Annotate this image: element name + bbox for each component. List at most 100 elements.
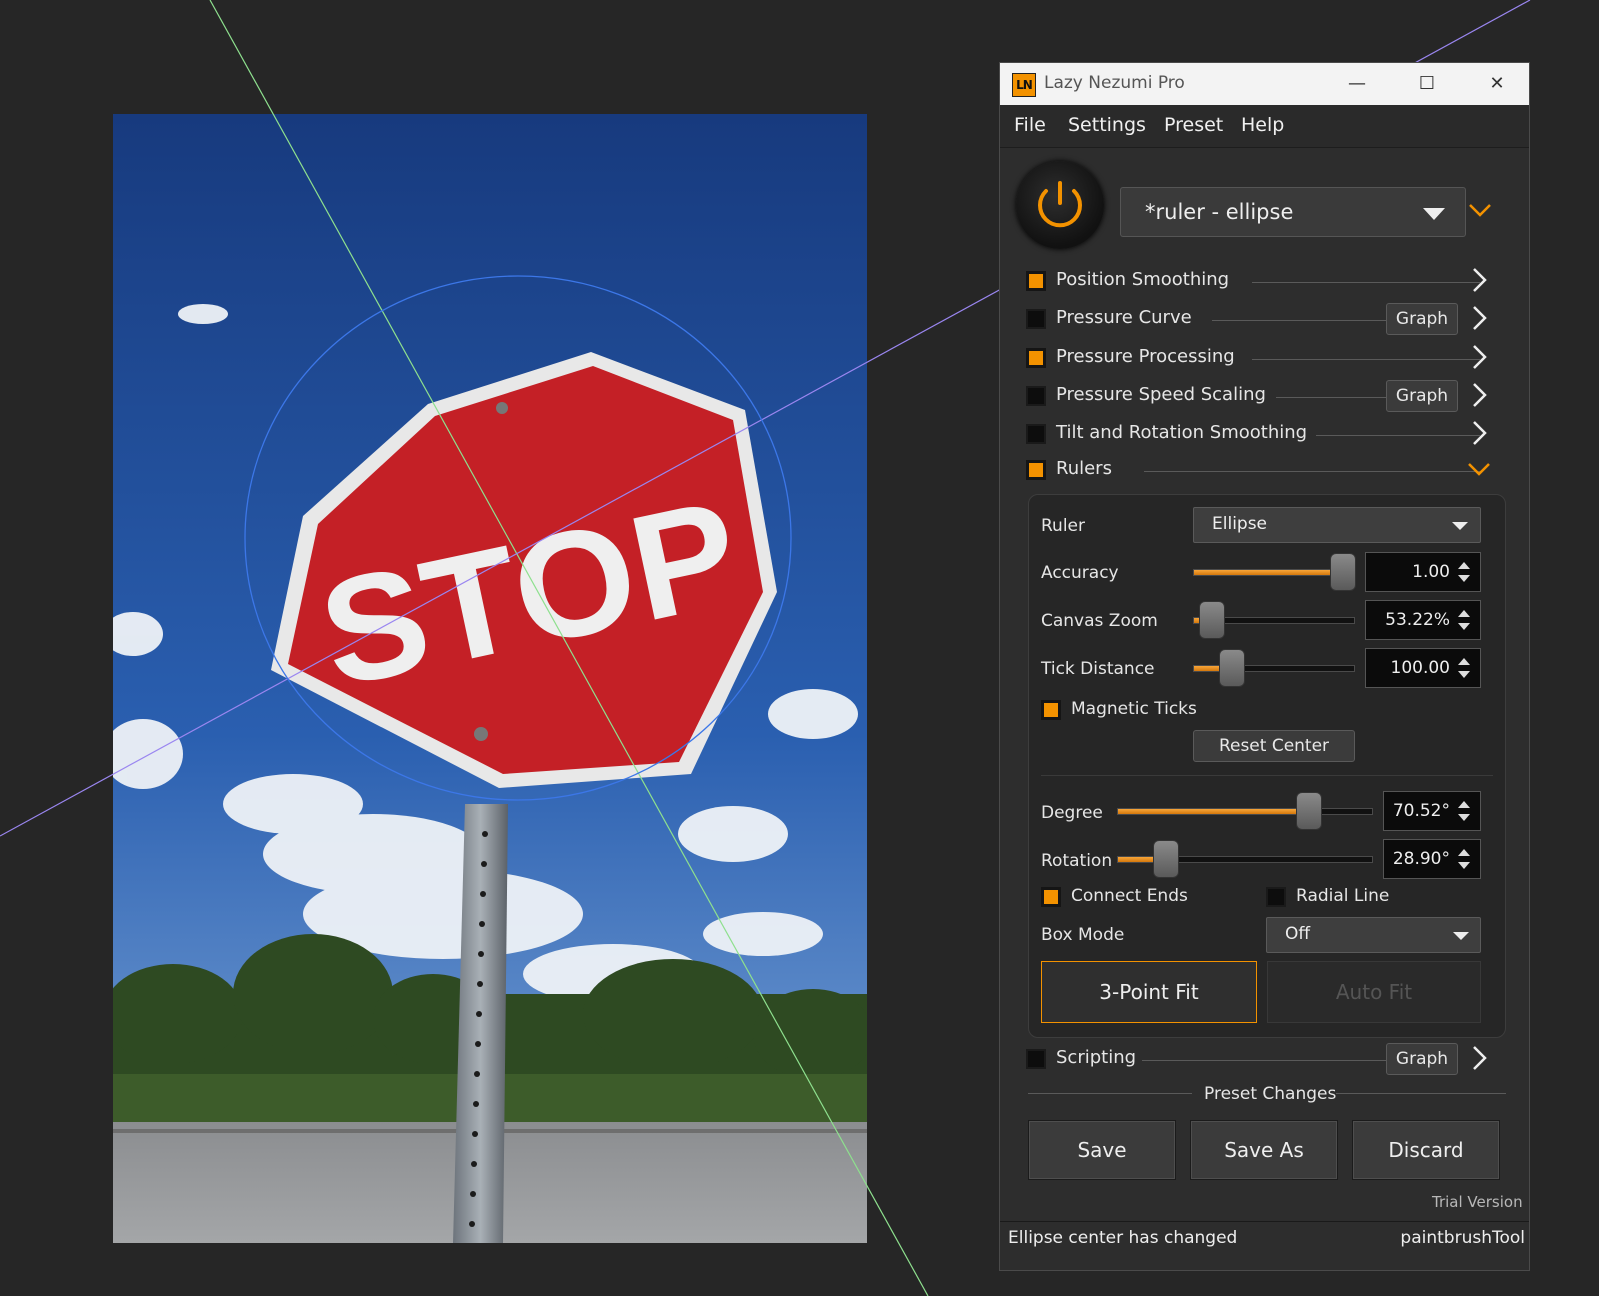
- slider-thumb[interactable]: [1295, 792, 1322, 830]
- chevron-right-icon[interactable]: [1468, 305, 1490, 331]
- pressure-curve-checkbox[interactable]: [1026, 309, 1046, 329]
- box-mode-value: Off: [1285, 924, 1311, 944]
- pressure-speed-graph-button[interactable]: Graph: [1386, 380, 1458, 412]
- pressure-processing-checkbox[interactable]: [1026, 348, 1046, 368]
- slider-thumb[interactable]: [1153, 840, 1180, 878]
- degree-slider[interactable]: [1117, 792, 1373, 830]
- preset-name: *ruler - ellipse: [1145, 200, 1294, 224]
- section-position-smoothing[interactable]: Position Smoothing: [1026, 267, 1506, 297]
- spin-up-icon[interactable]: [1458, 849, 1470, 856]
- chevron-down-icon: [1453, 932, 1469, 940]
- menu-settings[interactable]: Settings: [1068, 114, 1146, 136]
- canvas-photo[interactable]: STOP: [113, 114, 867, 1243]
- title-bar[interactable]: LN Lazy Nezumi Pro — ☐ ✕: [1000, 63, 1529, 105]
- close-button[interactable]: ✕: [1474, 63, 1520, 105]
- tick-distance-slider[interactable]: [1193, 649, 1355, 687]
- rotation-value: 28.90°: [1392, 849, 1450, 869]
- section-pressure-processing[interactable]: Pressure Processing: [1026, 344, 1506, 374]
- rotation-spinbox[interactable]: 28.90°: [1383, 839, 1481, 879]
- section-label: Pressure Speed Scaling: [1056, 384, 1266, 405]
- degree-value: 70.52°: [1392, 801, 1450, 821]
- maximize-button[interactable]: ☐: [1404, 63, 1450, 105]
- menu-help[interactable]: Help: [1241, 114, 1284, 136]
- chevron-right-icon[interactable]: [1468, 267, 1490, 293]
- chevron-right-icon[interactable]: [1468, 420, 1490, 446]
- spin-up-icon[interactable]: [1458, 801, 1470, 808]
- power-toggle-button[interactable]: [1016, 161, 1104, 249]
- spin-up-icon[interactable]: [1458, 562, 1470, 569]
- discard-button[interactable]: Discard: [1352, 1120, 1500, 1180]
- accuracy-slider[interactable]: [1193, 553, 1356, 591]
- preset-changes-label: Preset Changes: [1204, 1084, 1337, 1104]
- position-smoothing-checkbox[interactable]: [1026, 271, 1046, 291]
- connect-ends-label: Connect Ends: [1071, 886, 1188, 906]
- section-pressure-speed-scaling[interactable]: Pressure Speed Scaling Graph: [1026, 380, 1506, 412]
- chevron-down-icon[interactable]: [1466, 456, 1492, 482]
- slider-fill: [1118, 809, 1309, 814]
- canvas-zoom-slider[interactable]: [1193, 601, 1355, 639]
- tick-distance-spinbox[interactable]: 100.00: [1365, 648, 1481, 688]
- canvas-zoom-value: 53.22%: [1385, 610, 1450, 630]
- preset-dropdown[interactable]: *ruler - ellipse: [1120, 187, 1466, 237]
- slider-thumb[interactable]: [1219, 649, 1246, 687]
- reset-center-button[interactable]: Reset Center: [1193, 730, 1355, 762]
- trial-version-label: Trial Version: [1432, 1193, 1523, 1211]
- section-label: Pressure Curve: [1056, 307, 1192, 328]
- three-point-fit-button[interactable]: 3-Point Fit: [1041, 961, 1257, 1023]
- app-logo-icon: LN: [1012, 73, 1036, 97]
- rulers-checkbox[interactable]: [1026, 460, 1046, 480]
- section-rulers[interactable]: Rulers: [1026, 456, 1506, 486]
- spin-down-icon[interactable]: [1458, 623, 1470, 630]
- connect-ends-checkbox[interactable]: [1041, 887, 1061, 907]
- tick-distance-value: 100.00: [1390, 658, 1450, 678]
- section-pressure-curve[interactable]: Pressure Curve Graph: [1026, 303, 1506, 335]
- degree-spinbox[interactable]: 70.52°: [1383, 791, 1481, 831]
- lazy-nezumi-window: LN Lazy Nezumi Pro — ☐ ✕ File Settings P…: [999, 62, 1530, 1271]
- canvas-zoom-label: Canvas Zoom: [1041, 611, 1158, 631]
- chevron-right-icon[interactable]: [1468, 344, 1490, 370]
- section-label: Rulers: [1056, 458, 1112, 479]
- magnetic-ticks-label: Magnetic Ticks: [1071, 699, 1197, 719]
- radial-line-checkbox[interactable]: [1266, 887, 1286, 907]
- scripting-checkbox[interactable]: [1026, 1049, 1046, 1069]
- chevron-down-icon: [1452, 522, 1468, 530]
- spin-down-icon[interactable]: [1458, 862, 1470, 869]
- spin-up-icon[interactable]: [1458, 658, 1470, 665]
- rulers-panel: Ruler Ellipse Accuracy 1.00 Canvas Zoom …: [1028, 494, 1506, 1038]
- section-scripting[interactable]: Scripting Graph: [1026, 1043, 1506, 1075]
- auto-fit-button[interactable]: Auto Fit: [1267, 961, 1481, 1023]
- tilt-rotation-checkbox[interactable]: [1026, 424, 1046, 444]
- section-tilt-rotation-smoothing[interactable]: Tilt and Rotation Smoothing: [1026, 420, 1506, 450]
- scripting-graph-button[interactable]: Graph: [1386, 1043, 1458, 1075]
- degree-label: Degree: [1041, 803, 1103, 823]
- ruler-type-dropdown[interactable]: Ellipse: [1193, 507, 1481, 543]
- slider-thumb[interactable]: [1198, 601, 1225, 639]
- save-button[interactable]: Save: [1028, 1120, 1176, 1180]
- spin-down-icon[interactable]: [1458, 575, 1470, 582]
- pressure-speed-scaling-checkbox[interactable]: [1026, 386, 1046, 406]
- chevron-right-icon[interactable]: [1468, 382, 1490, 408]
- menu-file[interactable]: File: [1014, 114, 1046, 136]
- menu-preset[interactable]: Preset: [1164, 114, 1223, 136]
- ruler-label: Ruler: [1041, 516, 1085, 536]
- slider-thumb[interactable]: [1329, 553, 1356, 591]
- accuracy-spinbox[interactable]: 1.00: [1365, 552, 1481, 592]
- spin-up-icon[interactable]: [1458, 610, 1470, 617]
- box-mode-dropdown[interactable]: Off: [1266, 917, 1481, 953]
- spin-down-icon[interactable]: [1458, 814, 1470, 821]
- rotation-slider[interactable]: [1117, 840, 1373, 878]
- pressure-curve-graph-button[interactable]: Graph: [1386, 303, 1458, 335]
- canvas-zoom-spinbox[interactable]: 53.22%: [1365, 600, 1481, 640]
- save-as-button[interactable]: Save As: [1190, 1120, 1338, 1180]
- spin-down-icon[interactable]: [1458, 671, 1470, 678]
- divider: [1336, 1093, 1506, 1094]
- magnetic-ticks-checkbox[interactable]: [1041, 700, 1061, 720]
- minimize-button[interactable]: —: [1334, 63, 1380, 105]
- section-label: Scripting: [1056, 1047, 1137, 1068]
- accuracy-label: Accuracy: [1041, 563, 1119, 583]
- divider: [1028, 1093, 1192, 1094]
- menu-bar: File Settings Preset Help: [1000, 105, 1529, 148]
- preset-expand-icon[interactable]: [1468, 201, 1492, 219]
- ruler-type-value: Ellipse: [1212, 514, 1268, 534]
- chevron-right-icon[interactable]: [1468, 1045, 1490, 1071]
